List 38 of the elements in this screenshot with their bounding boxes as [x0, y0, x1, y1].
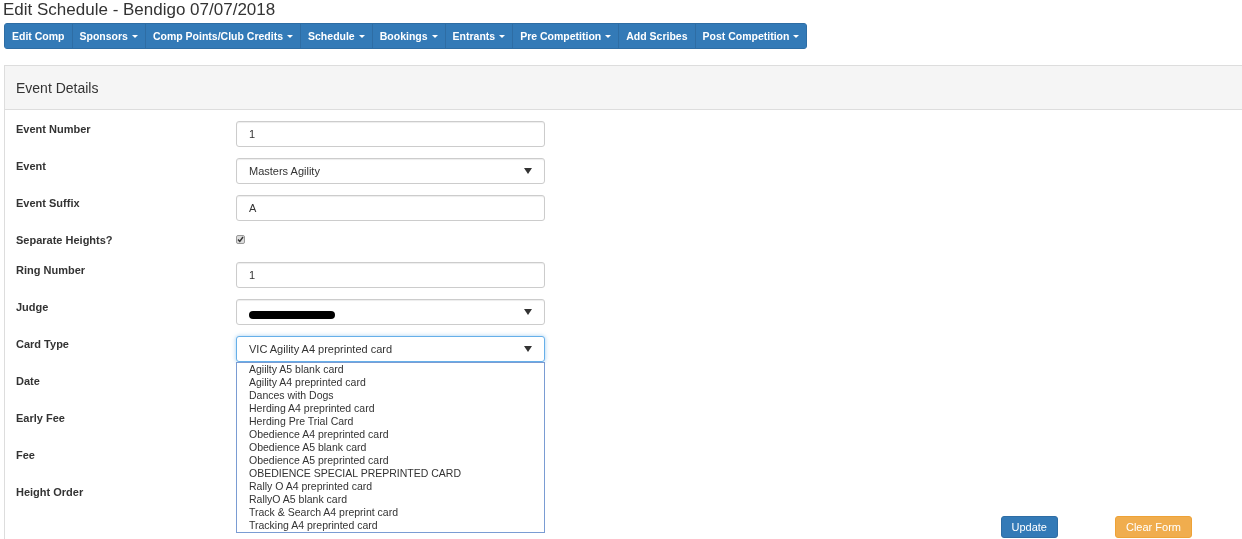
- dropdown-option[interactable]: Agiilty A5 blank card: [249, 363, 544, 376]
- checkbox[interactable]: [236, 235, 245, 244]
- dropdown-option[interactable]: Track & Search A4 preprint card: [249, 506, 544, 519]
- dropdown-arrow-icon: [524, 168, 532, 174]
- text-field[interactable]: 1: [236, 262, 545, 288]
- field-label: Early Fee: [16, 411, 66, 426]
- dropdown-arrow-icon: [524, 346, 532, 352]
- text-field[interactable]: A: [236, 195, 545, 221]
- page-title: Edit Schedule - Bendigo 07/07/2018: [2, 0, 277, 20]
- field-label: Card Type: [16, 337, 70, 352]
- field-label: Ring Number: [16, 263, 87, 278]
- dropdown-option[interactable]: Agility A4 preprinted card: [249, 376, 544, 389]
- select-field[interactable]: [236, 299, 545, 325]
- text-field[interactable]: 1: [236, 121, 545, 147]
- select-field[interactable]: VIC Agility A4 preprinted card: [236, 336, 545, 362]
- dropdown-option[interactable]: Tracking A4 preprinted card: [249, 519, 544, 532]
- dropdown-option[interactable]: Obedience A4 preprinted card: [249, 428, 544, 441]
- dropdown-option[interactable]: RallyO A5 blank card: [249, 493, 544, 506]
- dropdown-option[interactable]: Rally O A4 preprinted card: [249, 480, 544, 493]
- field-label: Event Number: [16, 122, 92, 137]
- nav-button[interactable]: Edit Comp: [5, 24, 73, 48]
- dropdown-option[interactable]: Obedience A5 preprinted card: [249, 454, 544, 467]
- field-label: Event Suffix: [16, 196, 81, 211]
- dropdown-option[interactable]: Obedience A5 blank card: [249, 441, 544, 454]
- form-button[interactable]: Update: [1000, 516, 1058, 538]
- field-label: Fee: [16, 448, 36, 463]
- field-label: Event: [16, 159, 47, 174]
- dropdown-option[interactable]: Herding A4 preprinted card: [249, 402, 544, 415]
- field-label: Separate Heights?: [16, 233, 114, 248]
- panel-title: Event Details: [16, 79, 99, 96]
- field-label: Date: [16, 374, 41, 389]
- dropdown-arrow-icon: [524, 309, 532, 315]
- select-field[interactable]: Masters Agility: [236, 158, 545, 184]
- field-label: Judge: [16, 300, 50, 315]
- dropdown-option[interactable]: Herding Pre Trial Card: [249, 415, 544, 428]
- field-label: Height Order: [16, 485, 85, 500]
- dropdown-option[interactable]: OBEDIENCE SPECIAL PREPRINTED CARD: [249, 467, 544, 480]
- dropdown-option[interactable]: Dances with Dogs: [249, 389, 544, 402]
